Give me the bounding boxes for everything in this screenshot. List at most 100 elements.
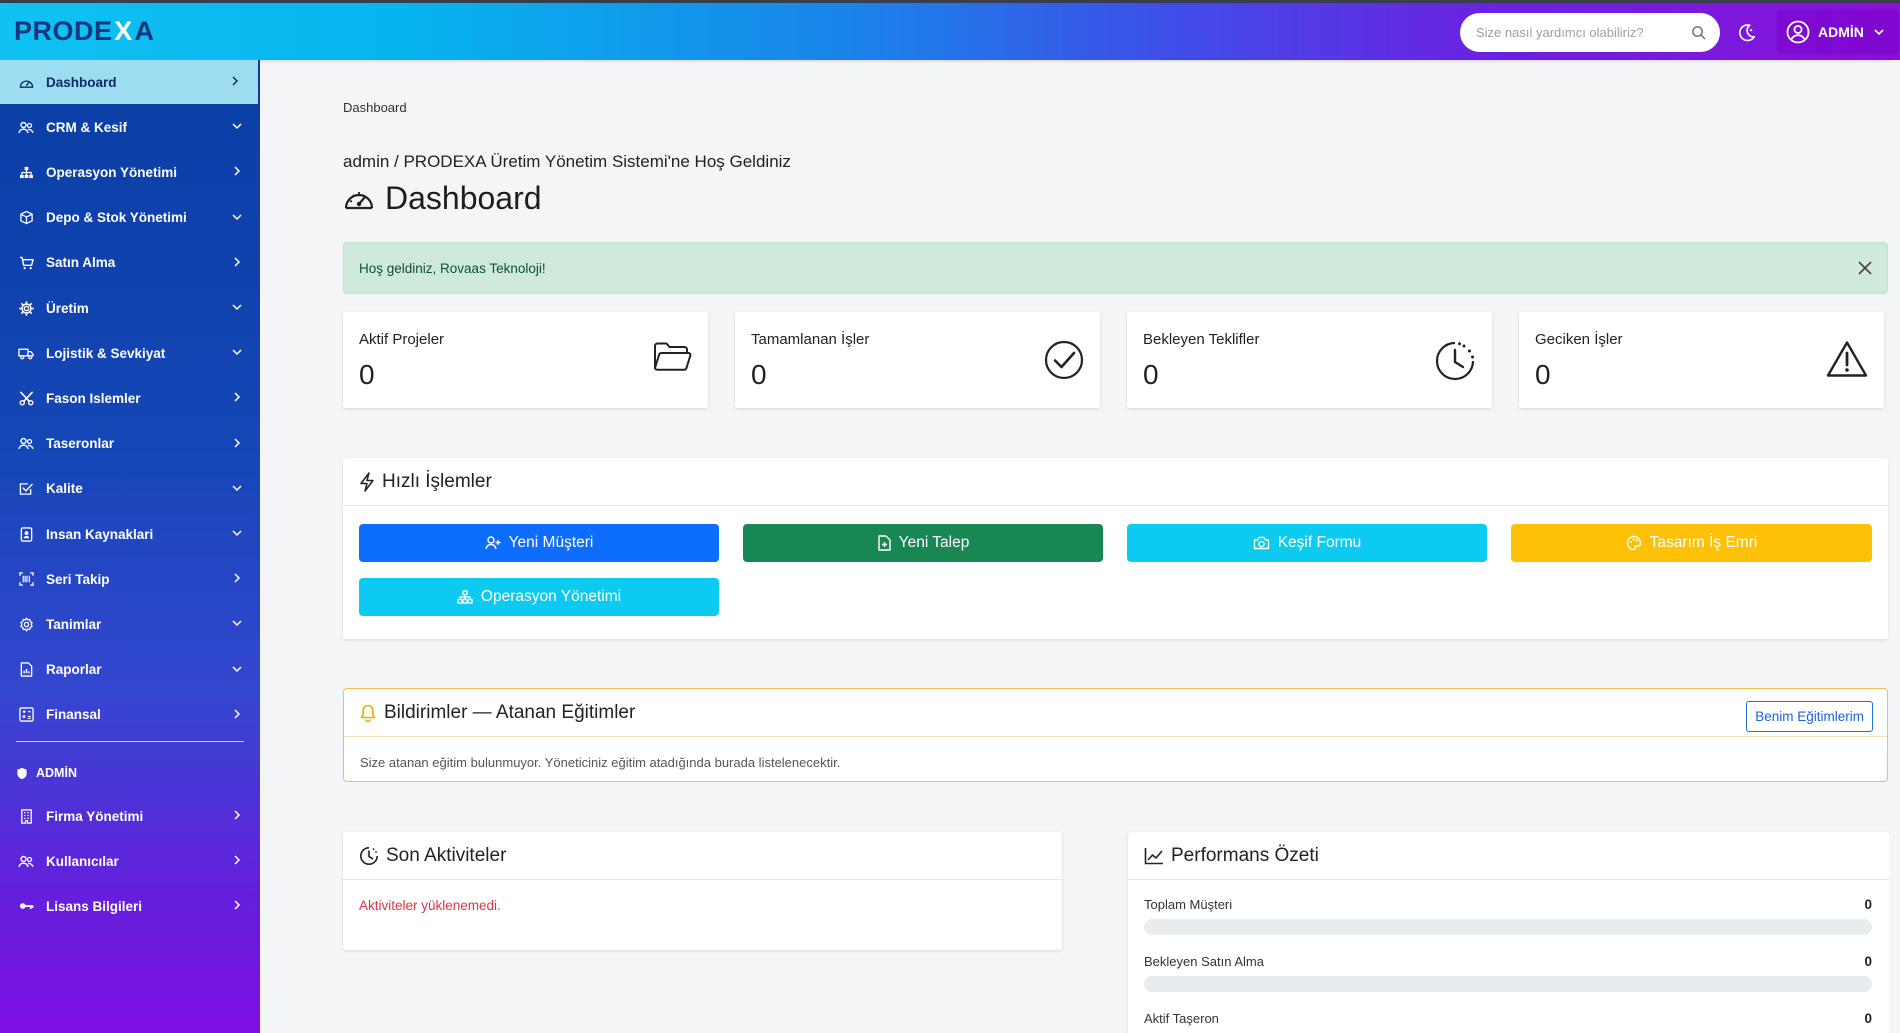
sidebar-item-label: Tanimlar xyxy=(46,616,102,632)
chevron-down-icon xyxy=(1873,26,1885,38)
stat-value: 0 xyxy=(359,359,375,390)
quick-actions-card: Hızlı İşlemler Yeni Müşteri Yeni Talep K… xyxy=(343,458,1888,639)
breadcrumb[interactable]: Dashboard xyxy=(343,100,407,115)
chevron-right-icon xyxy=(231,391,243,403)
finance-icon xyxy=(18,707,34,723)
new-request-button[interactable]: Yeni Talep xyxy=(743,524,1103,562)
folder-icon xyxy=(652,340,692,374)
app-logo[interactable]: PRODE X A xyxy=(14,16,155,46)
button-label: Keşif Formu xyxy=(1277,534,1362,551)
sidebar-item-lisans-bilgileri[interactable]: Lisans Bilgileri xyxy=(0,884,260,928)
sidebar-item-label: Depo & Stok Yönetimi xyxy=(46,210,187,226)
sidebar-item-label: Dashboard xyxy=(46,74,117,90)
search-icon[interactable] xyxy=(1691,25,1706,40)
sidebar-item-label: Lojistik & Sevkiyat xyxy=(46,345,166,361)
user-avatar-icon xyxy=(1786,20,1810,44)
close-icon[interactable] xyxy=(1857,260,1873,276)
stat-title: Tamamlanan İşler xyxy=(751,331,870,348)
user-menu-button[interactable]: ADMİN xyxy=(1777,10,1899,54)
logo-x: X xyxy=(113,16,135,47)
stat-card-completed-jobs: Tamamlanan İşler 0 xyxy=(735,312,1100,408)
design-work-order-button[interactable]: Tasarım İş Emri xyxy=(1511,524,1872,562)
sidebar-item-label: Raporlar xyxy=(46,662,102,678)
sidebar-item-label: Kullanıcılar xyxy=(46,853,119,869)
users-icon xyxy=(18,436,34,452)
sidebar-item-label: Firma Yönetimi xyxy=(46,808,144,824)
chevron-right-icon xyxy=(231,899,243,911)
stat-title: Geciken İşler xyxy=(1535,331,1623,348)
stat-value: 0 xyxy=(751,359,767,390)
chevron-right-icon xyxy=(231,708,243,720)
notifications-empty-text: Size atanan eğitim bulunmuyor. Yöneticin… xyxy=(360,755,841,770)
sidebar-item-label: Üretim xyxy=(46,300,89,316)
sidebar-item-raporlar[interactable]: Raporlar xyxy=(0,648,260,692)
chevron-down-icon xyxy=(231,346,243,358)
sidebar-item-sat-n-alma[interactable]: Satın Alma xyxy=(0,241,260,285)
file-plus-icon xyxy=(877,535,891,551)
sidebar-item-label: Kalite xyxy=(46,481,83,497)
shield-icon xyxy=(16,767,28,780)
sidebar-item-kalite[interactable]: Kalite xyxy=(0,467,260,511)
sidebar-item-label: CRM & Kesif xyxy=(46,119,128,135)
new-customer-button[interactable]: Yeni Müşteri xyxy=(359,524,719,562)
sidebar-item-fason-islemler[interactable]: Fason Islemler xyxy=(0,376,260,420)
discovery-form-button[interactable]: Keşif Formu xyxy=(1127,524,1487,562)
activities-title: Son Aktiviteler xyxy=(386,844,507,866)
operations-management-button[interactable]: Operasyon Yönetimi xyxy=(359,578,719,616)
check-circle-icon xyxy=(1044,340,1084,380)
sidebar-item-label: Insan Kaynaklari xyxy=(46,526,154,542)
search-box[interactable] xyxy=(1460,13,1720,52)
sidebar-item-seri-takip[interactable]: Seri Takip xyxy=(0,557,260,601)
performance-title: Performans Özeti xyxy=(1171,844,1319,866)
sidebar-section-label: ADMİN xyxy=(36,766,77,780)
stat-value: 0 xyxy=(1143,359,1159,390)
dashboard-icon xyxy=(18,74,34,90)
history-icon xyxy=(359,846,379,866)
page-title: Dashboard xyxy=(343,180,542,217)
sidebar-item-operasyon-y-netimi[interactable]: Operasyon Yönetimi xyxy=(0,150,260,194)
warning-icon xyxy=(1826,340,1868,378)
chevron-down-icon xyxy=(231,482,243,494)
page-title-text: Dashboard xyxy=(385,180,542,216)
check-square-icon xyxy=(18,481,34,497)
palette-icon xyxy=(1626,535,1642,551)
logo-x-letter: X xyxy=(114,15,133,46)
sidebar-item-label: Satın Alma xyxy=(46,255,116,271)
progress-bar xyxy=(1144,976,1872,992)
sidebar-item-depo-stok-y-netimi[interactable]: Depo & Stok Yönetimi xyxy=(0,196,260,240)
performance-summary-card: Performans Özeti Toplam Müşteri 0 Bekley… xyxy=(1128,832,1889,1033)
page-scrollbar[interactable] xyxy=(1889,60,1900,1033)
chevron-right-icon xyxy=(231,165,243,177)
sidebar-item-crm-kesif[interactable]: CRM & Kesif xyxy=(0,105,260,149)
users-icon xyxy=(18,119,34,135)
users-icon xyxy=(18,853,34,869)
sidebar-item-dashboard[interactable]: Dashboard xyxy=(0,60,258,104)
sidebar-item-label: Finansal xyxy=(46,707,101,723)
my-trainings-button[interactable]: Benim Eğitimlerim xyxy=(1746,701,1873,732)
chevron-down-icon xyxy=(231,663,243,675)
performance-header: Performans Özeti xyxy=(1128,832,1889,880)
welcome-heading: admin / PRODEXA Üretim Yönetim Sistemi'n… xyxy=(343,152,791,171)
speedometer-icon xyxy=(343,186,375,212)
truck-icon xyxy=(18,345,34,361)
sidebar-item-lojistik-sevkiyat[interactable]: Lojistik & Sevkiyat xyxy=(0,331,260,375)
theme-toggle-moon-icon[interactable] xyxy=(1735,22,1757,44)
sidebar-item-tanimlar[interactable]: Tanimlar xyxy=(0,602,260,646)
line-chart-icon xyxy=(1144,847,1164,865)
sidebar-item-retim[interactable]: Üretim xyxy=(0,286,260,330)
sidebar-item-kullan-c-lar[interactable]: Kullanıcılar xyxy=(0,839,260,883)
sidebar: ADMİN Dashboard CRM & Kesif Operasyon Yöne… xyxy=(0,60,260,1033)
sidebar-item-finansal[interactable]: Finansal xyxy=(0,693,260,737)
settings-icon xyxy=(18,616,34,632)
progress-bar xyxy=(1144,919,1872,935)
top-header: PRODEXA ADMİN xyxy=(0,3,1900,60)
activities-error-text: Aktiviteler yüklenemedi. xyxy=(359,898,501,913)
lightning-icon xyxy=(359,471,375,492)
sidebar-item-firma-y-netimi[interactable]: Firma Yönetimi xyxy=(0,794,260,838)
search-input[interactable] xyxy=(1476,25,1686,40)
sidebar-item-insan-kaynaklari[interactable]: Insan Kaynaklari xyxy=(0,512,260,556)
button-label: Yeni Müşteri xyxy=(508,534,594,551)
sidebar-item-taseronlar[interactable]: Taseronlar xyxy=(0,422,260,466)
performance-value: 0 xyxy=(1864,954,1872,969)
id-badge-icon xyxy=(18,526,34,542)
